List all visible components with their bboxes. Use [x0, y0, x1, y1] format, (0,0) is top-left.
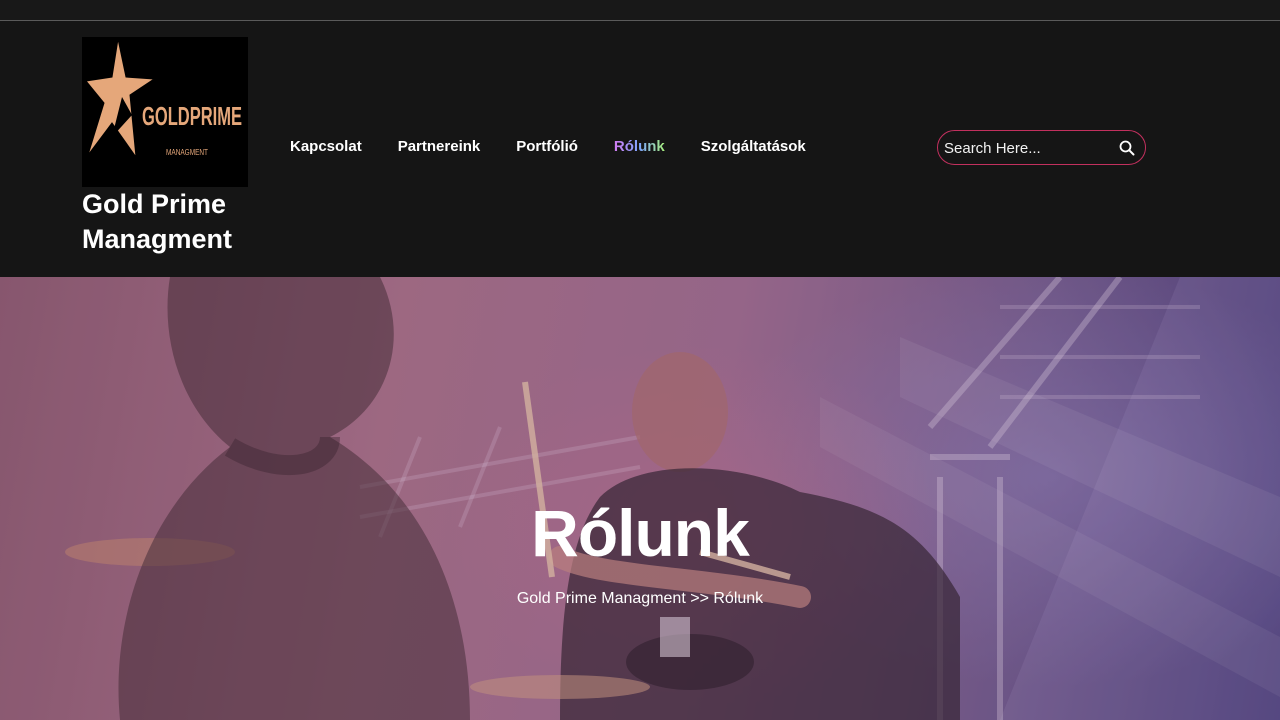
breadcrumb-home-link[interactable]: Gold Prime Managment — [517, 590, 686, 607]
page-hero: Rólunk Gold Prime Managment >> Rólunk — [0, 277, 1280, 720]
search-icon[interactable] — [1118, 139, 1136, 157]
breadcrumb-current: Rólunk — [713, 590, 764, 607]
site-header: GOLDPRIME MANAGMENT Gold Prime Managment… — [0, 21, 1280, 277]
site-title-line-1: Gold Prime — [82, 189, 227, 219]
main-navigation: Kapcsolat Partnereink Portfólió Rólunk S… — [290, 137, 806, 157]
search-input[interactable] — [944, 137, 1114, 159]
page-title: Rólunk — [531, 496, 750, 570]
nav-item-portfolio[interactable]: Portfólió — [516, 137, 578, 157]
top-bar — [0, 0, 1280, 21]
breadcrumb-separator: >> — [690, 590, 709, 607]
logo-star-icon: GOLDPRIME MANAGMENT — [85, 38, 242, 159]
search-form — [937, 130, 1146, 165]
nav-item-kapcsolat[interactable]: Kapcsolat — [290, 137, 362, 157]
site-title-line-2: Managment — [82, 224, 233, 254]
nav-item-szolgaltatasok[interactable]: Szolgáltatások — [701, 137, 806, 157]
logo-subtext: MANAGMENT — [166, 148, 208, 157]
logo-wordmark: GOLDPRIME — [142, 101, 242, 131]
site-title[interactable]: Gold Prime Managment — [82, 187, 282, 257]
site-logo[interactable]: GOLDPRIME MANAGMENT — [82, 37, 248, 187]
breadcrumb: Gold Prime Managment >> Rólunk — [0, 589, 1280, 609]
nav-item-partnereink[interactable]: Partnereink — [398, 137, 481, 157]
nav-item-rolunk[interactable]: Rólunk — [614, 137, 665, 157]
